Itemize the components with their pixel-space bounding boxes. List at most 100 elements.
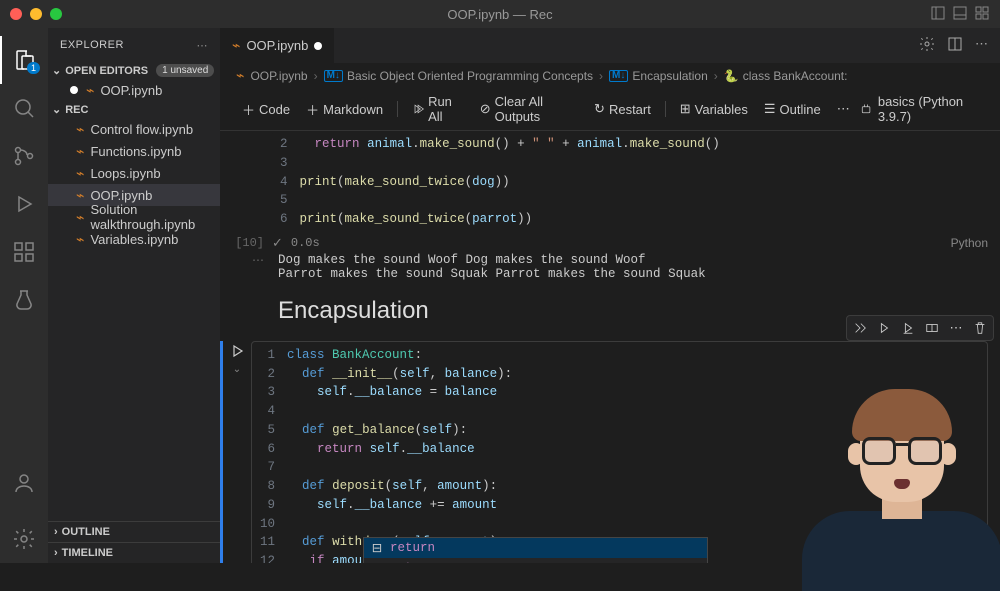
testing-icon[interactable] xyxy=(0,276,48,324)
file-item[interactable]: ⌁ Functions.ipynb xyxy=(48,140,220,162)
delete-cell-icon[interactable] xyxy=(969,318,991,338)
source-control-icon[interactable] xyxy=(0,132,48,180)
timeline-section[interactable]: ›TIMELINE xyxy=(48,542,220,563)
output-line: Dog makes the sound Woof Dog makes the s… xyxy=(278,253,646,267)
cell-output: ⋯ Dog makes the sound Woof Dog makes the… xyxy=(220,253,1000,281)
notebook-icon: ⌁ xyxy=(76,187,84,204)
notebook-toolbar: ＋Code ＋Markdown Run All ⊘Clear All Outpu… xyxy=(220,88,1000,131)
dirty-indicator-icon xyxy=(70,86,78,94)
run-all-button[interactable]: Run All xyxy=(406,92,470,126)
exec-count: [10] xyxy=(220,236,272,250)
notebook-icon: ⌁ xyxy=(232,37,240,54)
variables-button[interactable]: ⊞Variables xyxy=(674,99,754,119)
line-numbers: 23456 xyxy=(272,131,300,233)
file-item[interactable]: ⌁Solution walkthrough.ipynb xyxy=(48,206,220,228)
output-line: Parrot makes the sound Squak Parrot make… xyxy=(278,267,706,281)
file-name: Loops.ipynb xyxy=(90,166,160,181)
python-icon: 🐍 xyxy=(724,69,739,83)
chevron-down-icon[interactable]: ⌄ xyxy=(52,103,61,116)
outline-section[interactable]: ›OUTLINE xyxy=(48,521,220,542)
layout-panel-icon[interactable] xyxy=(952,5,968,24)
unsaved-badge: 1 unsaved xyxy=(156,64,214,77)
chevron-down-icon[interactable]: ⌄ xyxy=(233,364,241,375)
maximize-window-button[interactable] xyxy=(50,8,62,20)
execute-above-icon[interactable] xyxy=(873,318,895,338)
presenter-webcam xyxy=(780,383,1000,563)
breadcrumb-file[interactable]: OOP.ipynb xyxy=(250,69,307,83)
extensions-icon[interactable] xyxy=(0,228,48,276)
tab-label: OOP.ipynb xyxy=(246,38,308,53)
add-code-button[interactable]: ＋Code xyxy=(236,98,296,121)
diff-icon[interactable] xyxy=(947,36,963,55)
notebook-icon: ⌁ xyxy=(236,67,244,84)
line-numbers: 123456789101112131415 xyxy=(252,342,287,563)
outline-button[interactable]: ☰Outline xyxy=(758,99,827,119)
file-item[interactable]: ⌁ Variables.ipynb xyxy=(48,228,220,250)
cell-toolbar: ⋯ xyxy=(846,315,994,341)
exec-time: 0.0s xyxy=(291,236,320,250)
minimize-window-button[interactable] xyxy=(30,8,42,20)
sidebar-title: EXPLORER xyxy=(60,39,124,51)
search-icon[interactable] xyxy=(0,84,48,132)
window-titlebar: OOP.ipynb — Rec xyxy=(0,0,1000,28)
notebook-icon: ⌁ xyxy=(76,231,84,248)
run-by-line-icon[interactable] xyxy=(849,318,871,338)
explorer-icon[interactable]: 1 xyxy=(0,36,48,84)
lang-label: Python xyxy=(951,236,988,250)
code-content[interactable]: return animal.make_sound() + " " + anima… xyxy=(300,131,988,233)
more-icon[interactable]: ⋯ xyxy=(831,101,856,117)
close-window-button[interactable] xyxy=(10,8,22,20)
check-icon: ✓ xyxy=(272,235,283,251)
settings-icon[interactable] xyxy=(0,515,48,563)
keyword-icon: ⊟ xyxy=(370,540,384,556)
file-name: OOP.ipynb xyxy=(90,188,152,203)
editor-tabs: ⌁ OOP.ipynb ⋯ xyxy=(220,28,1000,63)
kernel-selector[interactable]: basics (Python 3.9.7) xyxy=(860,94,984,124)
account-icon[interactable] xyxy=(0,459,48,507)
open-editors-label: OPEN EDITORS xyxy=(65,65,148,77)
chevron-right-icon: › xyxy=(54,526,58,538)
explorer-badge: 1 xyxy=(27,62,40,74)
activity-bar: 1 xyxy=(0,28,48,563)
open-editor-filename: OOP.ipynb xyxy=(100,83,162,98)
more-icon[interactable]: ⋯ xyxy=(975,36,988,55)
notebook-icon: ⌁ xyxy=(76,209,84,226)
add-markdown-button[interactable]: ＋Markdown xyxy=(300,98,389,121)
code-cell[interactable]: 23456 return animal.make_sound() + " " +… xyxy=(220,131,1000,233)
file-name: Variables.ipynb xyxy=(90,232,178,247)
breadcrumb-section2[interactable]: Encapsulation xyxy=(632,69,707,83)
clear-outputs-button[interactable]: ⊘Clear All Outputs xyxy=(474,92,584,126)
window-title: OOP.ipynb — Rec xyxy=(447,7,552,22)
split-cell-icon[interactable] xyxy=(921,318,943,338)
notebook-icon: ⌁ xyxy=(86,82,94,99)
open-editor-item[interactable]: ⌁ OOP.ipynb xyxy=(48,79,220,101)
chevron-right-icon: › xyxy=(54,547,58,559)
suggest-item[interactable]: ⊟return xyxy=(364,538,707,558)
notebook-icon: ⌁ xyxy=(76,165,84,182)
settings-icon[interactable] xyxy=(919,36,935,55)
layout-primary-icon[interactable] xyxy=(930,5,946,24)
tab-oop[interactable]: ⌁ OOP.ipynb xyxy=(220,28,335,63)
file-name: Control flow.ipynb xyxy=(90,122,193,137)
run-debug-icon[interactable] xyxy=(0,180,48,228)
dirty-indicator-icon xyxy=(314,42,322,50)
editor-area: ⌁ OOP.ipynb ⋯ ⌁ OOP.ipynb › M↓Basic Obje… xyxy=(220,28,1000,563)
notebook-icon: ⌁ xyxy=(76,143,84,160)
file-name: Functions.ipynb xyxy=(90,144,181,159)
traffic-lights xyxy=(10,8,62,20)
file-item[interactable]: ⌁ Control flow.ipynb xyxy=(48,118,220,140)
sidebar-more-icon[interactable]: ⋯ xyxy=(197,39,209,52)
autocomplete-popup[interactable]: ⊟return ⬚return xyxy=(363,537,708,563)
layout-customize-icon[interactable] xyxy=(974,5,990,24)
file-item[interactable]: ⌁ Loops.ipynb xyxy=(48,162,220,184)
more-icon[interactable]: ⋯ xyxy=(945,318,967,338)
breadcrumb-section1[interactable]: Basic Object Oriented Programming Concep… xyxy=(347,69,593,83)
run-cell-icon[interactable] xyxy=(229,343,245,362)
breadcrumb-symbol[interactable]: class BankAccount: xyxy=(743,69,848,83)
suggest-item[interactable]: ⬚return xyxy=(364,558,707,563)
notebook-icon: ⌁ xyxy=(76,121,84,138)
breadcrumb[interactable]: ⌁ OOP.ipynb › M↓Basic Object Oriented Pr… xyxy=(220,63,1000,88)
restart-button[interactable]: ↻Restart xyxy=(588,99,657,119)
chevron-down-icon[interactable]: ⌄ xyxy=(52,64,61,77)
execute-below-icon[interactable] xyxy=(897,318,919,338)
